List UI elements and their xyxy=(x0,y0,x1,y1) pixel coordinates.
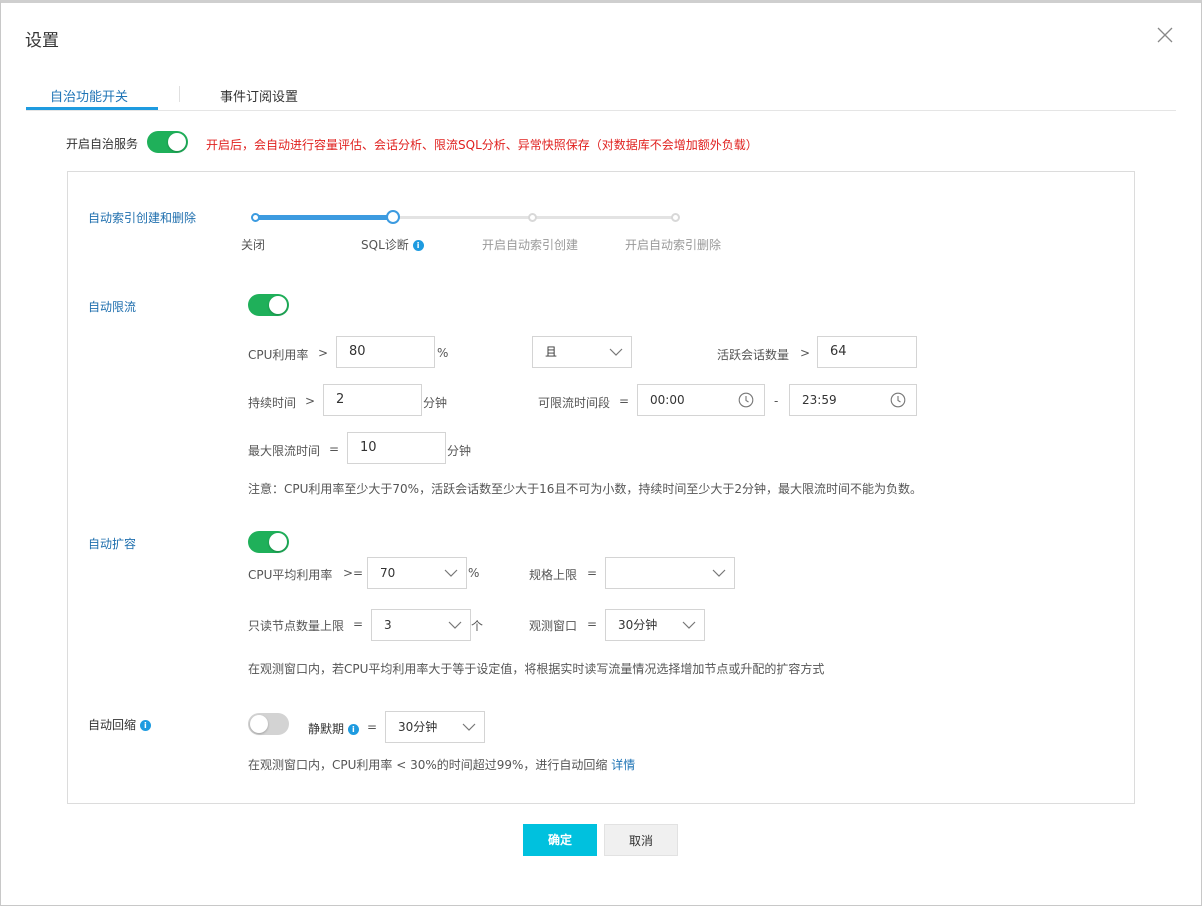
autonomy-warning-text: 开启后，会自动进行容量评估、会话分析、限流SQL分析、异常快照保存（对数据库不会… xyxy=(206,138,758,152)
auto-shrink-toggle[interactable] xyxy=(248,713,289,735)
dialog-title: 设置 xyxy=(25,31,59,51)
readonly-nodes-value: 3 xyxy=(384,618,392,632)
cpu-avg-operator: >= xyxy=(343,566,364,580)
cpu-avg-select[interactable]: 70 xyxy=(367,557,467,589)
auto-throttle-toggle[interactable] xyxy=(248,294,289,316)
throttle-window-label: 可限流时间段 xyxy=(538,396,611,410)
chevron-down-icon xyxy=(462,723,476,731)
cpu-avg-unit: % xyxy=(468,566,480,580)
throttle-window-start-value: 00:00 xyxy=(650,393,685,407)
duration-label: 持续时间 xyxy=(248,396,297,410)
cpu-usage-label: CPU利用率 xyxy=(248,348,309,362)
duration-input[interactable]: 2 xyxy=(323,384,422,416)
info-icon[interactable]: i xyxy=(412,240,424,251)
auto-index-step-label-create[interactable]: 开启自动索引创建 xyxy=(482,236,578,253)
cancel-button[interactable]: 取消 xyxy=(604,824,678,856)
auto-index-step-create[interactable] xyxy=(528,213,537,222)
auto-index-slider-fill xyxy=(255,215,393,220)
max-throttle-input[interactable]: 10 xyxy=(347,432,446,464)
logic-operator-select[interactable]: 且 xyxy=(532,336,632,368)
active-tab-indicator xyxy=(26,107,158,110)
auto-index-step-label-off[interactable]: 关闭 xyxy=(241,236,265,253)
throttle-window-start[interactable]: 00:00 xyxy=(637,384,765,416)
observation-window-select[interactable]: 30分钟 xyxy=(605,609,705,641)
auto-scale-note: 在观测窗口内，若CPU平均利用率大于等于设定值，将根据实时读写流量情况选择增加节… xyxy=(248,662,825,676)
chevron-down-icon xyxy=(444,569,458,577)
autonomy-service-toggle[interactable] xyxy=(147,131,188,153)
auto-index-slider-handle[interactable] xyxy=(386,210,400,224)
max-throttle-label: 最大限流时间 xyxy=(248,444,321,458)
logic-operator-value: 且 xyxy=(545,345,558,359)
tab-autonomy-switches[interactable]: 自治功能开关 xyxy=(50,86,128,105)
active-sessions-input[interactable]: 64 xyxy=(817,336,917,368)
observation-window-value: 30分钟 xyxy=(618,618,658,632)
auto-scale-label: 自动扩容 xyxy=(88,537,137,551)
cpu-avg-label: CPU平均利用率 xyxy=(248,568,333,582)
active-sessions-label: 活跃会话数量 xyxy=(717,348,790,362)
throttle-window-operator: = xyxy=(619,394,630,408)
spec-limit-label: 规格上限 xyxy=(529,568,578,582)
max-throttle-operator: = xyxy=(329,442,340,456)
chevron-down-icon xyxy=(682,621,696,629)
tab-separator xyxy=(179,86,180,102)
readonly-nodes-unit: 个 xyxy=(471,619,484,633)
confirm-button[interactable]: 确定 xyxy=(523,824,597,856)
cpu-avg-value: 70 xyxy=(380,566,396,580)
autonomy-service-label: 开启自治服务 xyxy=(66,137,139,151)
observation-window-label: 观测窗口 xyxy=(529,619,578,633)
readonly-nodes-operator: = xyxy=(353,617,364,631)
throttle-window-dash: - xyxy=(774,394,779,408)
auto-index-label: 自动索引创建和删除 xyxy=(88,211,197,225)
auto-scale-toggle[interactable] xyxy=(248,531,289,553)
observation-window-operator: = xyxy=(587,617,598,631)
auto-throttle-note: 注意：CPU利用率至少大于70%，活跃会话数至少大于16且不可为小数，持续时间至… xyxy=(248,482,922,496)
active-sessions-operator: > xyxy=(800,346,811,360)
details-link[interactable]: 详情 xyxy=(611,758,635,772)
clock-icon xyxy=(738,392,754,408)
auto-shrink-note: 在观测窗口内，CPU利用率 < 30%的时间超过99%，进行自动回缩 详情 xyxy=(248,758,636,772)
info-icon[interactable]: i xyxy=(139,720,151,731)
quiet-period-label: 静默期 i xyxy=(308,720,359,737)
spec-limit-operator: = xyxy=(587,566,598,580)
auto-index-step-label-delete[interactable]: 开启自动索引删除 xyxy=(625,236,721,253)
spec-limit-select[interactable] xyxy=(605,557,735,589)
readonly-nodes-select[interactable]: 3 xyxy=(371,609,471,641)
auto-throttle-label: 自动限流 xyxy=(88,300,137,314)
chevron-down-icon xyxy=(609,348,623,356)
quiet-period-select[interactable]: 30分钟 xyxy=(385,711,485,743)
auto-shrink-label: 自动回缩 i xyxy=(88,716,151,733)
tabs-divider xyxy=(26,110,1176,111)
duration-operator: > xyxy=(305,394,316,408)
close-icon[interactable] xyxy=(1156,26,1174,44)
auto-index-step-delete[interactable] xyxy=(671,213,680,222)
clock-icon xyxy=(890,392,906,408)
cpu-usage-operator: > xyxy=(318,346,329,360)
cpu-usage-unit: % xyxy=(437,346,449,360)
auto-index-step-label-sql[interactable]: SQL诊断 i xyxy=(361,236,424,253)
readonly-nodes-label: 只读节点数量上限 xyxy=(248,619,345,633)
auto-index-step-off[interactable] xyxy=(251,213,260,222)
tab-event-subscription[interactable]: 事件订阅设置 xyxy=(220,86,298,105)
throttle-window-end[interactable]: 23:59 xyxy=(789,384,917,416)
quiet-period-value: 30分钟 xyxy=(398,720,438,734)
throttle-window-end-value: 23:59 xyxy=(802,393,837,407)
duration-unit: 分钟 xyxy=(423,396,448,410)
chevron-down-icon xyxy=(712,569,726,577)
chevron-down-icon xyxy=(448,621,462,629)
max-throttle-unit: 分钟 xyxy=(447,444,472,458)
info-icon[interactable]: i xyxy=(347,724,359,735)
cpu-usage-input[interactable]: 80 xyxy=(336,336,435,368)
quiet-period-operator: = xyxy=(367,720,378,734)
